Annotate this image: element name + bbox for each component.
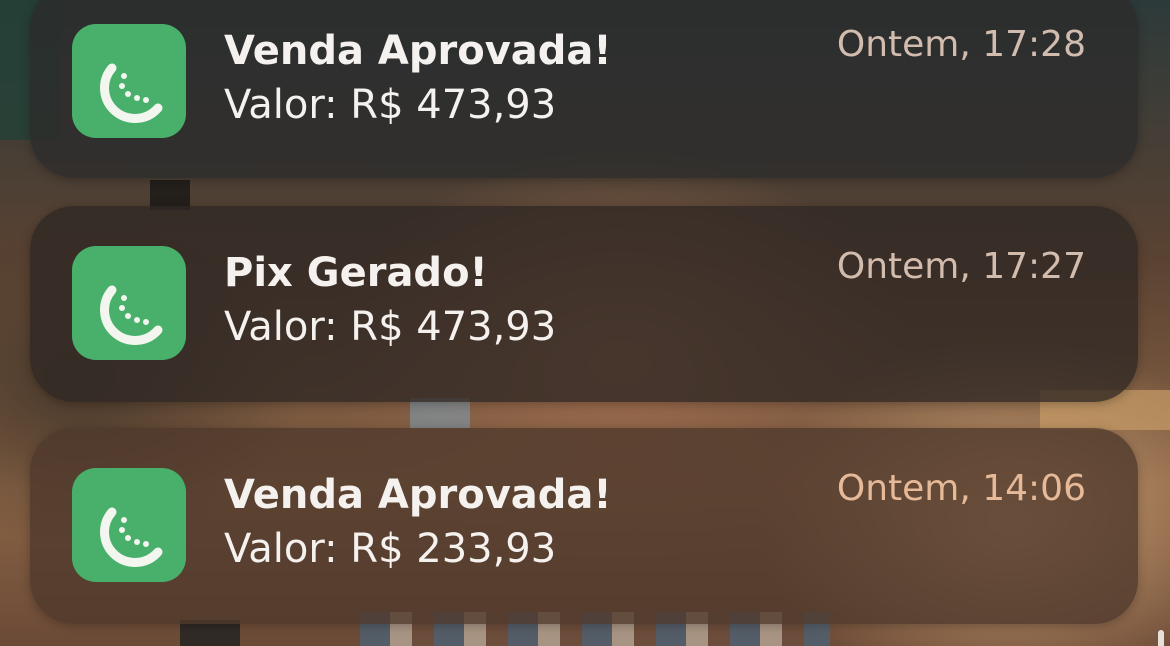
notification-title: Pix Gerado! xyxy=(224,250,488,296)
notification-card[interactable]: Pix Gerado! Valor: R$ 473,93 Ontem, 17:2… xyxy=(30,206,1138,402)
scroll-indicator xyxy=(1158,630,1164,646)
notification-time: Ontem, 17:28 xyxy=(836,24,1086,65)
wallpaper-detail xyxy=(410,398,470,428)
notification-body: Valor: R$ 233,93 xyxy=(224,526,557,572)
notification-card[interactable]: Venda Aprovada! Valor: R$ 473,93 Ontem, … xyxy=(30,0,1138,178)
melon-slice-icon xyxy=(72,246,186,360)
notification-title: Venda Aprovada! xyxy=(224,28,612,74)
notification-time: Ontem, 17:27 xyxy=(836,246,1086,287)
notification-title: Venda Aprovada! xyxy=(224,472,612,518)
notification-card[interactable]: Venda Aprovada! Valor: R$ 233,93 Ontem, … xyxy=(30,428,1138,624)
lock-screen: Venda Aprovada! Valor: R$ 473,93 Ontem, … xyxy=(0,0,1170,646)
melon-slice-icon xyxy=(72,468,186,582)
notification-body: Valor: R$ 473,93 xyxy=(224,82,557,128)
notification-time: Ontem, 14:06 xyxy=(836,468,1086,509)
melon-slice-icon xyxy=(72,24,186,138)
notification-body: Valor: R$ 473,93 xyxy=(224,304,557,350)
